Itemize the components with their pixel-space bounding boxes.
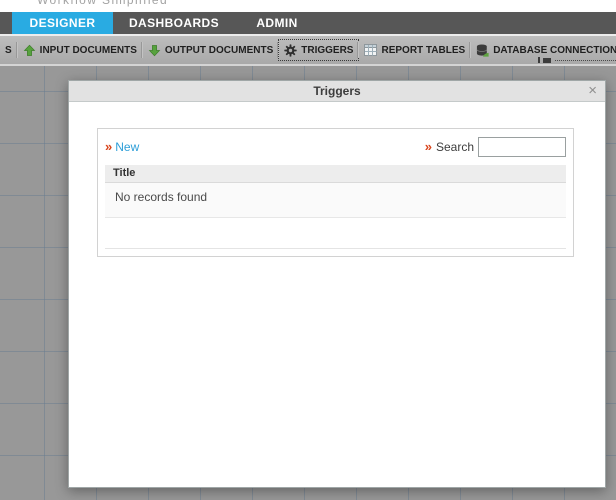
database-icon — [476, 43, 489, 57]
search-group: » Search — [425, 137, 566, 157]
table-grid-icon — [364, 44, 378, 56]
chevron-right-icon: » — [424, 139, 432, 154]
toolbar-item-input-documents[interactable]: INPUT DOCUMENTS — [18, 40, 142, 60]
triggers-list-panel: » New » Search Title No records found — [97, 128, 574, 257]
designer-toolbar: S INPUT DOCUMENTS OUTPUT DOCUMENTS TRIGG… — [0, 34, 616, 66]
triggers-dialog: Triggers × » New » Search Title No recor… — [68, 80, 606, 488]
toolbar-item-clipped-left[interactable]: S — [0, 40, 17, 60]
new-trigger-button[interactable]: » New — [105, 140, 139, 154]
toolbar-item-label: REPORT TABLES — [381, 44, 466, 56]
green-arrow-up-icon — [23, 44, 36, 57]
toolbar-item-label: INPUT DOCUMENTS — [39, 44, 137, 56]
new-trigger-label: New — [115, 140, 140, 154]
handle-mark — [543, 58, 551, 63]
dotted-selection-line — [555, 60, 616, 61]
gear-icon — [284, 43, 297, 57]
handle-mark — [538, 57, 540, 63]
tab-admin[interactable]: ADMIN — [235, 12, 319, 34]
main-nav-bar: DESIGNER DASHBOARDS ADMIN — [0, 12, 616, 34]
toolbar-item-triggers[interactable]: TRIGGERS — [278, 39, 360, 61]
dialog-body: » New » Search Title No records found — [69, 102, 605, 487]
toolbar-item-label: OUTPUT DOCUMENTS — [164, 44, 274, 56]
search-label: Search — [435, 140, 474, 154]
panel-toolbar: » New » Search — [98, 129, 573, 165]
green-arrow-down-icon — [148, 44, 161, 57]
brand-tagline: Workflow Simplified — [37, 0, 169, 7]
processmaker-designer-app: Workflow Simplified DESIGNER DASHBOARDS … — [0, 0, 616, 500]
branding-strip: Workflow Simplified — [0, 0, 616, 12]
canvas-element-handle — [538, 57, 616, 63]
triggers-table: Title No records found — [105, 165, 566, 249]
tab-designer[interactable]: DESIGNER — [12, 12, 113, 34]
table-header-title: Title — [105, 165, 566, 183]
toolbar-item-label: TRIGGERS — [301, 44, 354, 56]
chevron-right-icon: » — [105, 139, 113, 154]
table-empty-row: No records found — [105, 183, 566, 218]
toolbar-item-clipped-label: S — [5, 44, 12, 56]
dialog-title: Triggers — [313, 84, 361, 98]
toolbar-item-output-documents[interactable]: OUTPUT DOCUMENTS — [143, 40, 278, 60]
tab-dashboards[interactable]: DASHBOARDS — [113, 12, 235, 34]
close-icon[interactable]: × — [588, 81, 597, 101]
toolbar-item-label: DATABASE CONNECTIONS — [493, 44, 616, 56]
toolbar-item-report-tables[interactable]: REPORT TABLES — [359, 40, 470, 60]
search-input[interactable] — [478, 137, 566, 157]
table-filler-area — [105, 218, 566, 249]
dialog-titlebar[interactable]: Triggers × — [69, 81, 605, 102]
